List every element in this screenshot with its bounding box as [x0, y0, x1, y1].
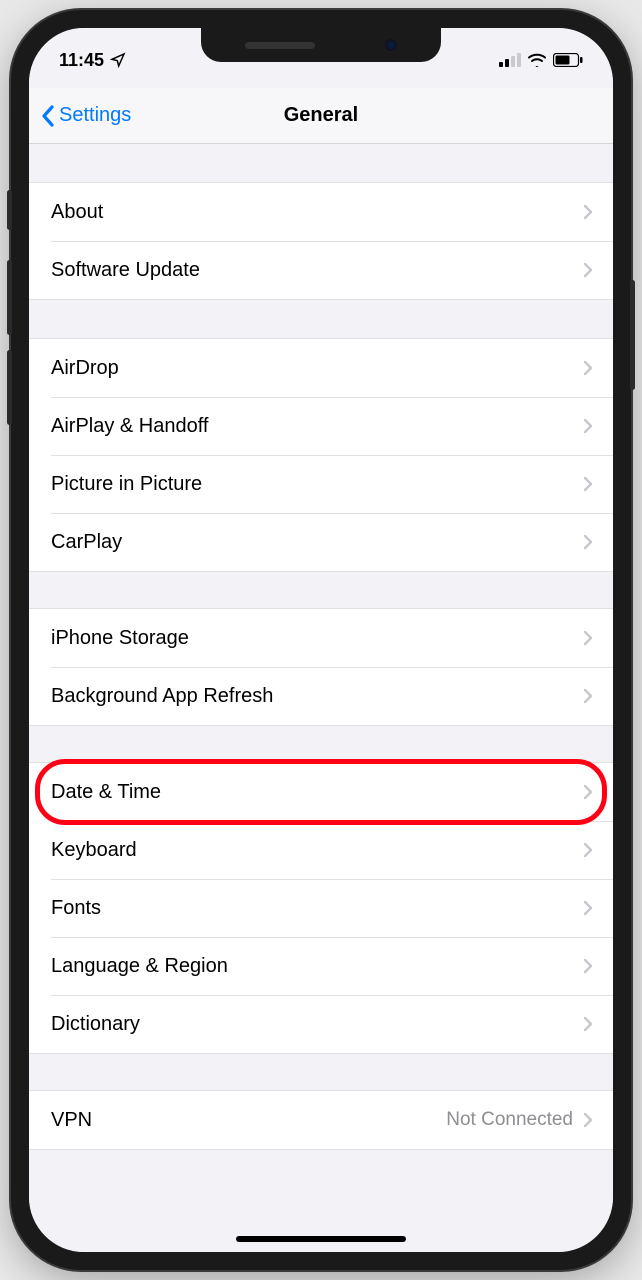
row-language-region[interactable]: Language & Region [29, 937, 613, 995]
row-carplay[interactable]: CarPlay [29, 513, 613, 571]
chevron-right-icon [583, 418, 593, 434]
chevron-right-icon [583, 630, 593, 646]
row-label: Fonts [51, 897, 583, 920]
row-airdrop[interactable]: AirDrop [29, 339, 613, 397]
battery-icon [553, 53, 583, 67]
group-spacer [29, 1054, 613, 1090]
speaker [245, 42, 315, 49]
chevron-right-icon [583, 476, 593, 492]
row-fonts[interactable]: Fonts [29, 879, 613, 937]
nav-bar: Settings General [29, 88, 613, 144]
row-label: Keyboard [51, 839, 583, 862]
screen: 11:45 [29, 28, 613, 1252]
row-label: Date & Time [51, 781, 583, 804]
cellular-signal-icon [499, 53, 521, 67]
location-arrow-icon [110, 52, 126, 68]
group-spacer [29, 300, 613, 338]
status-time: 11:45 [59, 50, 104, 71]
row-label: Dictionary [51, 1013, 583, 1036]
mute-switch [7, 190, 12, 230]
row-label: VPN [51, 1109, 446, 1132]
row-value: Not Connected [446, 1109, 573, 1131]
chevron-right-icon [583, 842, 593, 858]
volume-down-button [7, 350, 12, 425]
chevron-right-icon [583, 958, 593, 974]
row-date-time[interactable]: Date & Time [29, 763, 613, 821]
row-airplay-handoff[interactable]: AirPlay & Handoff [29, 397, 613, 455]
chevron-left-icon [41, 105, 55, 127]
row-label: Software Update [51, 259, 583, 282]
content: Settings General About Software Update Air… [29, 28, 613, 1252]
row-keyboard[interactable]: Keyboard [29, 821, 613, 879]
row-software-update[interactable]: Software Update [29, 241, 613, 299]
chevron-right-icon [583, 688, 593, 704]
wifi-icon [527, 53, 547, 67]
row-label: iPhone Storage [51, 627, 583, 650]
chevron-right-icon [583, 900, 593, 916]
volume-up-button [7, 260, 12, 335]
row-label: AirDrop [51, 357, 583, 380]
row-label: CarPlay [51, 531, 583, 554]
row-background-app-refresh[interactable]: Background App Refresh [29, 667, 613, 725]
back-button[interactable]: Settings [41, 104, 131, 127]
settings-group: iPhone Storage Background App Refresh [29, 608, 613, 726]
settings-group: Date & Time Keyboard Fonts Language & Regio… [29, 762, 613, 1054]
chevron-right-icon [583, 262, 593, 278]
home-indicator[interactable] [236, 1236, 406, 1242]
notch [201, 28, 441, 62]
row-label: Picture in Picture [51, 473, 583, 496]
row-label: AirPlay & Handoff [51, 415, 583, 438]
chevron-right-icon [583, 1112, 593, 1128]
front-camera [385, 39, 397, 51]
settings-list[interactable]: About Software Update AirDrop AirPlay & Han… [29, 144, 613, 1150]
settings-group: VPNNot Connected [29, 1090, 613, 1150]
phone-frame: 11:45 [11, 10, 631, 1270]
row-dictionary[interactable]: Dictionary [29, 995, 613, 1053]
power-button [630, 280, 635, 390]
group-spacer [29, 572, 613, 608]
chevron-right-icon [583, 534, 593, 550]
chevron-right-icon [583, 204, 593, 220]
row-about[interactable]: About [29, 183, 613, 241]
chevron-right-icon [583, 1016, 593, 1032]
row-vpn[interactable]: VPNNot Connected [29, 1091, 613, 1149]
settings-group: AirDrop AirPlay & Handoff Picture in Pictu… [29, 338, 613, 572]
row-iphone-storage[interactable]: iPhone Storage [29, 609, 613, 667]
row-label: Language & Region [51, 955, 583, 978]
settings-group: About Software Update [29, 182, 613, 300]
chevron-right-icon [583, 360, 593, 376]
group-spacer [29, 726, 613, 762]
row-label: Background App Refresh [51, 685, 583, 708]
back-label: Settings [59, 104, 131, 127]
row-picture-in-picture[interactable]: Picture in Picture [29, 455, 613, 513]
group-spacer [29, 144, 613, 182]
row-label: About [51, 201, 583, 224]
chevron-right-icon [583, 784, 593, 800]
